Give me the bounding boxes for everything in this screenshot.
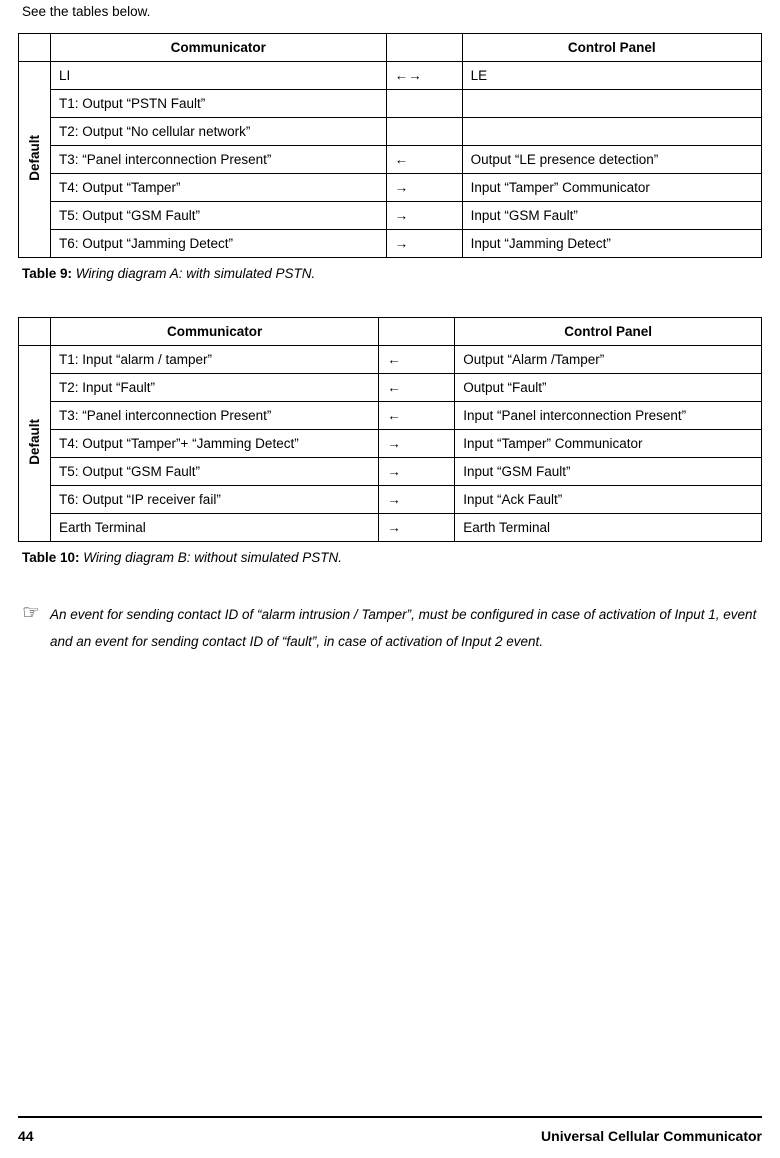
table-wiring-b: Communicator Control Panel Default T1: I… — [18, 317, 762, 542]
table-b-r1-c1: T2: Input “Fault” — [51, 374, 379, 402]
table-a-r6-c3: Input “Jamming Detect” — [462, 230, 761, 258]
table-row: T1: Output “PSTN Fault” — [19, 90, 762, 118]
table-a-side-header — [19, 34, 51, 62]
table-row: T2: Output “No cellular network” — [19, 118, 762, 146]
table-row: T5: Output “GSM Fault” → Input “GSM Faul… — [19, 458, 762, 486]
table-a-r0-dir: ←→ — [386, 62, 462, 90]
table-a-r4-c3: Input “Tamper” Communicator — [462, 174, 761, 202]
table-a-r2-c1: T2: Output “No cellular network” — [51, 118, 387, 146]
table-b-r4-dir: → — [379, 458, 455, 486]
arrow-left-icon: ← — [387, 380, 401, 395]
table-b-r5-c1: T6: Output “IP receiver fail” — [51, 486, 379, 514]
table-a-r1-dir — [386, 90, 462, 118]
arrow-right-icon: → — [387, 464, 401, 479]
table-b-r4-c1: T5: Output “GSM Fault” — [51, 458, 379, 486]
table-a-caption-label: Table 9: — [22, 266, 72, 281]
table-a-r0-c1: LI — [51, 62, 387, 90]
table-b-r6-c1: Earth Terminal — [51, 514, 379, 542]
table-a-r1-c3 — [462, 90, 761, 118]
table-b-r6-dir: → — [379, 514, 455, 542]
table-row: T2: Input “Fault” ← Output “Fault” — [19, 374, 762, 402]
table-a-r6-dir: → — [386, 230, 462, 258]
intro-text: See the tables below. — [18, 0, 762, 33]
footer-title: Universal Cellular Communicator — [541, 1128, 762, 1144]
table-b-caption: Table 10: Wiring diagram B: without simu… — [22, 550, 762, 565]
table-a-r3-c3: Output “LE presence detection” — [462, 146, 761, 174]
note-text: An event for sending contact ID of “alar… — [50, 601, 758, 655]
arrow-right-icon: → — [395, 180, 409, 195]
table-row: T3: “Panel interconnection Present” ← In… — [19, 402, 762, 430]
table-row: T4: Output “Tamper”+ “Jamming Detect” → … — [19, 430, 762, 458]
table-row: Earth Terminal → Earth Terminal — [19, 514, 762, 542]
arrow-left-icon: ← — [387, 408, 401, 423]
table-row: T3: “Panel interconnection Present” ← Ou… — [19, 146, 762, 174]
table-b-side-label: Default — [27, 419, 42, 465]
table-wiring-a: Communicator Control Panel Default LI ←→… — [18, 33, 762, 258]
table-b-r2-c1: T3: “Panel interconnection Present” — [51, 402, 379, 430]
table-a-caption: Table 9: Wiring diagram A: with simulate… — [22, 266, 762, 281]
table-b-side-header — [19, 318, 51, 346]
table-a-side-label: Default — [27, 135, 42, 181]
arrow-right-icon: → — [408, 68, 422, 83]
table-a-header-direction — [386, 34, 462, 62]
note-block: ☞ An event for sending contact ID of “al… — [22, 601, 758, 655]
table-b-r2-dir: ← — [379, 402, 455, 430]
table-a-header-communicator: Communicator — [51, 34, 387, 62]
table-b-r5-c3: Input “Ack Fault” — [455, 486, 762, 514]
table-b-r3-c3: Input “Tamper” Communicator — [455, 430, 762, 458]
table-a-r3-dir: ← — [386, 146, 462, 174]
table-b-r5-dir: → — [379, 486, 455, 514]
table-row: T6: Output “IP receiver fail” → Input “A… — [19, 486, 762, 514]
table-b-r3-dir: → — [379, 430, 455, 458]
table-b-caption-text: Wiring diagram B: without simulated PSTN… — [83, 550, 342, 565]
arrow-right-icon: → — [395, 236, 409, 251]
table-row: T5: Output “GSM Fault” → Input “GSM Faul… — [19, 202, 762, 230]
table-b-header-direction — [379, 318, 455, 346]
table-b-r1-c3: Output “Fault” — [455, 374, 762, 402]
arrow-right-icon: → — [387, 520, 401, 535]
table-b-r0-c3: Output “Alarm /Tamper” — [455, 346, 762, 374]
table-a-r5-c3: Input “GSM Fault” — [462, 202, 761, 230]
table-a-side-label-cell: Default — [19, 62, 51, 258]
table-b-r2-c3: Input “Panel interconnection Present” — [455, 402, 762, 430]
table-b-r0-c1: T1: Input “alarm / tamper” — [51, 346, 379, 374]
table-b-header-control-panel: Control Panel — [455, 318, 762, 346]
table-a-r6-c1: T6: Output “Jamming Detect” — [51, 230, 387, 258]
arrow-left-icon: ← — [387, 352, 401, 367]
arrow-right-icon: → — [395, 208, 409, 223]
table-a-r2-c3 — [462, 118, 761, 146]
arrow-right-icon: → — [387, 492, 401, 507]
arrow-left-icon: ← — [395, 152, 409, 167]
table-row: T6: Output “Jamming Detect” → Input “Jam… — [19, 230, 762, 258]
table-a-caption-text: Wiring diagram A: with simulated PSTN. — [76, 266, 315, 281]
table-b-r6-c3: Earth Terminal — [455, 514, 762, 542]
table-a-header-control-panel: Control Panel — [462, 34, 761, 62]
table-b-header-communicator: Communicator — [51, 318, 379, 346]
table-a-r5-dir: → — [386, 202, 462, 230]
table-b-r1-dir: ← — [379, 374, 455, 402]
table-b-r0-dir: ← — [379, 346, 455, 374]
table-a-r3-c1: T3: “Panel interconnection Present” — [51, 146, 387, 174]
table-row: Default T1: Input “alarm / tamper” ← Out… — [19, 346, 762, 374]
table-b-caption-label: Table 10: — [22, 550, 80, 565]
table-b-r4-c3: Input “GSM Fault” — [455, 458, 762, 486]
table-row: Default LI ←→ LE — [19, 62, 762, 90]
table-a-r1-c1: T1: Output “PSTN Fault” — [51, 90, 387, 118]
note-hand-icon: ☞ — [22, 601, 40, 655]
table-b-side-label-cell: Default — [19, 346, 51, 542]
table-a-r2-dir — [386, 118, 462, 146]
page-footer: 44 Universal Cellular Communicator — [18, 1116, 762, 1144]
table-a-r4-c1: T4: Output “Tamper” — [51, 174, 387, 202]
arrow-left-icon: ← — [395, 68, 409, 83]
table-row: T4: Output “Tamper” → Input “Tamper” Com… — [19, 174, 762, 202]
page-number: 44 — [18, 1128, 34, 1144]
arrow-right-icon: → — [387, 436, 401, 451]
table-a-r4-dir: → — [386, 174, 462, 202]
table-b-r3-c1: T4: Output “Tamper”+ “Jamming Detect” — [51, 430, 379, 458]
table-a-r0-c3: LE — [462, 62, 761, 90]
table-a-r5-c1: T5: Output “GSM Fault” — [51, 202, 387, 230]
